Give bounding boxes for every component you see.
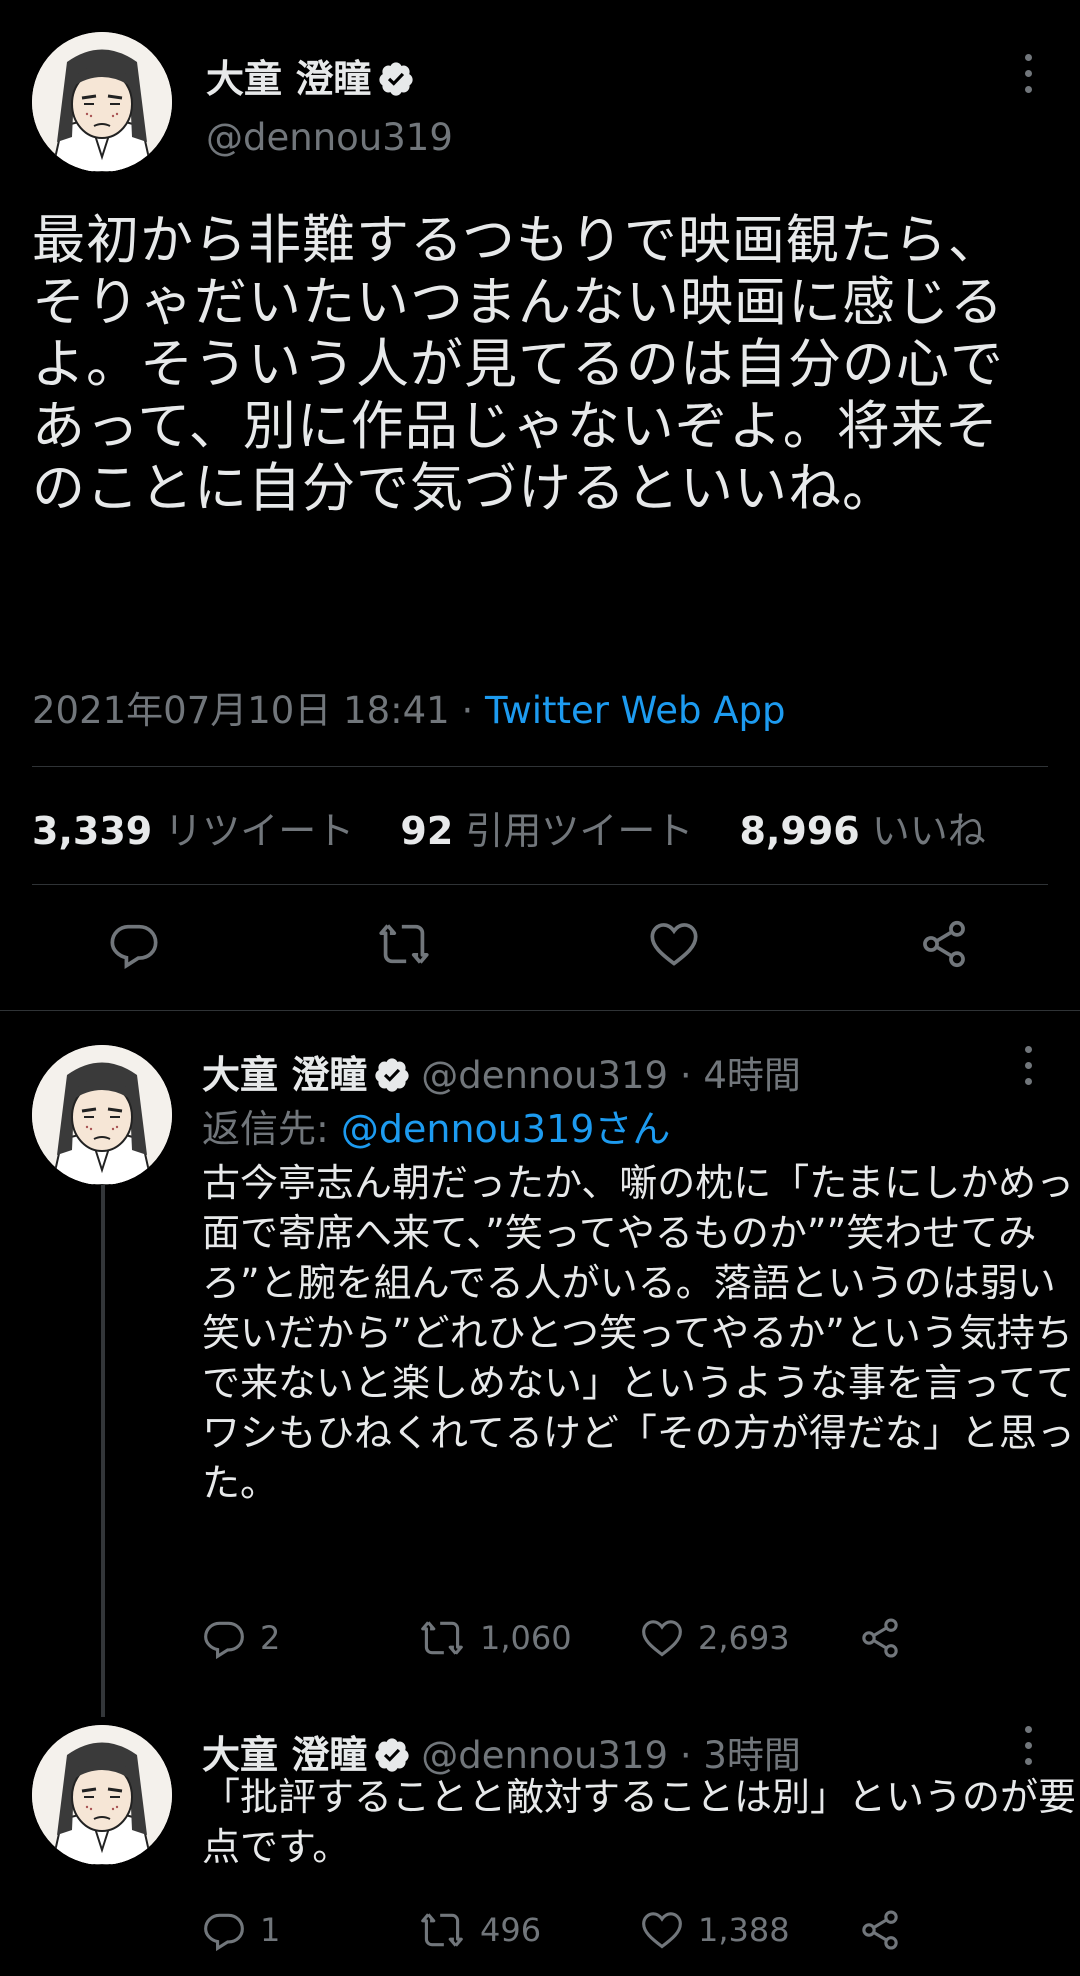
reply-to-label: 返信先: — [202, 1107, 341, 1151]
reply-author[interactable]: 大童 澄瞳 @dennou319 · 4時間 — [202, 1044, 801, 1099]
meta-separator: · — [449, 689, 486, 732]
retweets-label: リツイート — [164, 809, 355, 853]
avatar[interactable] — [32, 1725, 172, 1865]
retweets-stat[interactable]: 3,339 リツイート — [32, 809, 354, 853]
share-button[interactable] — [858, 1908, 902, 1952]
share-icon — [858, 1616, 902, 1660]
thread-line — [101, 1185, 105, 1717]
retweet-count: 1,060 — [480, 1619, 572, 1657]
quotes-label: 引用ツイート — [465, 809, 694, 853]
like-icon — [640, 1908, 684, 1952]
client-link[interactable]: Twitter Web App — [485, 689, 785, 732]
retweets-count: 3,339 — [32, 809, 153, 853]
retweet-icon — [376, 918, 432, 970]
share-button[interactable] — [918, 918, 970, 970]
retweet-icon — [418, 1616, 466, 1660]
verified-badge-icon — [373, 1736, 411, 1774]
reply-count: 1 — [260, 1911, 281, 1949]
likes-count: 8,996 — [739, 809, 860, 853]
reply-text: 古今亭志ん朝だったか、噺の枕に「たまにしかめっ面で寄席へ来て、”笑ってやるものか… — [202, 1161, 1075, 1505]
retweet-count: 496 — [480, 1911, 542, 1949]
reply-count: 2 — [260, 1619, 281, 1657]
share-icon — [858, 1908, 902, 1952]
reply-text: 「批評することと敵対することは別」というのが要点です。 — [202, 1775, 1077, 1869]
reply-to-mention[interactable]: @dennou319さん — [341, 1107, 671, 1151]
more-options-icon[interactable] — [1020, 1044, 1036, 1088]
reply-button[interactable] — [108, 918, 160, 970]
like-button[interactable]: 1,388 — [640, 1908, 790, 1952]
like-button[interactable] — [648, 918, 700, 970]
like-button[interactable]: 2,693 — [640, 1616, 790, 1660]
avatar[interactable] — [32, 32, 172, 172]
share-button[interactable] — [858, 1616, 902, 1660]
reply-to: 返信先: @dennou319さん — [202, 1098, 670, 1153]
verified-badge-icon — [373, 1056, 411, 1094]
display-name-text: 大童 澄瞳 — [202, 1053, 368, 1097]
tweet-meta: 2021年07月10日 18:41 · Twitter Web App — [32, 680, 786, 734]
handle-time: @dennou319 · 3時間 — [421, 1734, 801, 1777]
more-options-icon[interactable] — [1020, 1724, 1036, 1768]
reply-icon — [202, 1908, 246, 1952]
like-icon — [640, 1616, 684, 1660]
display-name-text: 大童 澄瞳 — [202, 1733, 368, 1777]
handle[interactable]: @dennou319 — [206, 116, 453, 159]
quotes-count: 92 — [400, 809, 454, 853]
verified-badge-icon — [377, 60, 415, 98]
reply-button[interactable]: 2 — [202, 1616, 280, 1660]
retweet-icon — [418, 1908, 466, 1952]
retweet-button[interactable]: 496 — [418, 1908, 541, 1952]
like-icon — [648, 918, 700, 970]
likes-stat[interactable]: 8,996 いいね — [740, 809, 986, 853]
share-icon — [918, 918, 970, 970]
tweet-stats: 3,339 リツイート 92 引用ツイート 8,996 いいね — [32, 800, 1020, 855]
timestamp[interactable]: 2021年07月10日 18:41 — [32, 689, 450, 732]
handle-time: @dennou319 · 4時間 — [421, 1054, 801, 1097]
tweet-text: 最初から非難するつもりで映画観たら、そりゃだいたいつまんない映画に感じるよ。そう… — [32, 210, 1004, 519]
display-name[interactable]: 大童 澄瞳 — [206, 48, 415, 103]
retweet-button[interactable]: 1,060 — [418, 1616, 572, 1660]
display-name-text: 大童 澄瞳 — [206, 57, 372, 101]
likes-label: いいね — [871, 809, 986, 853]
retweet-button[interactable] — [376, 918, 432, 970]
reply-button[interactable]: 1 — [202, 1908, 280, 1952]
reply-icon — [108, 918, 160, 970]
divider — [32, 884, 1048, 885]
quotes-stat[interactable]: 92 引用ツイート — [400, 809, 693, 853]
more-options-icon[interactable] — [1020, 52, 1036, 96]
reply-icon — [202, 1616, 246, 1660]
divider — [32, 766, 1048, 767]
reply-author[interactable]: 大童 澄瞳 @dennou319 · 3時間 — [202, 1724, 801, 1779]
like-count: 1,388 — [698, 1911, 790, 1949]
like-count: 2,693 — [698, 1619, 790, 1657]
avatar[interactable] — [32, 1045, 172, 1185]
section-divider — [0, 1010, 1080, 1011]
